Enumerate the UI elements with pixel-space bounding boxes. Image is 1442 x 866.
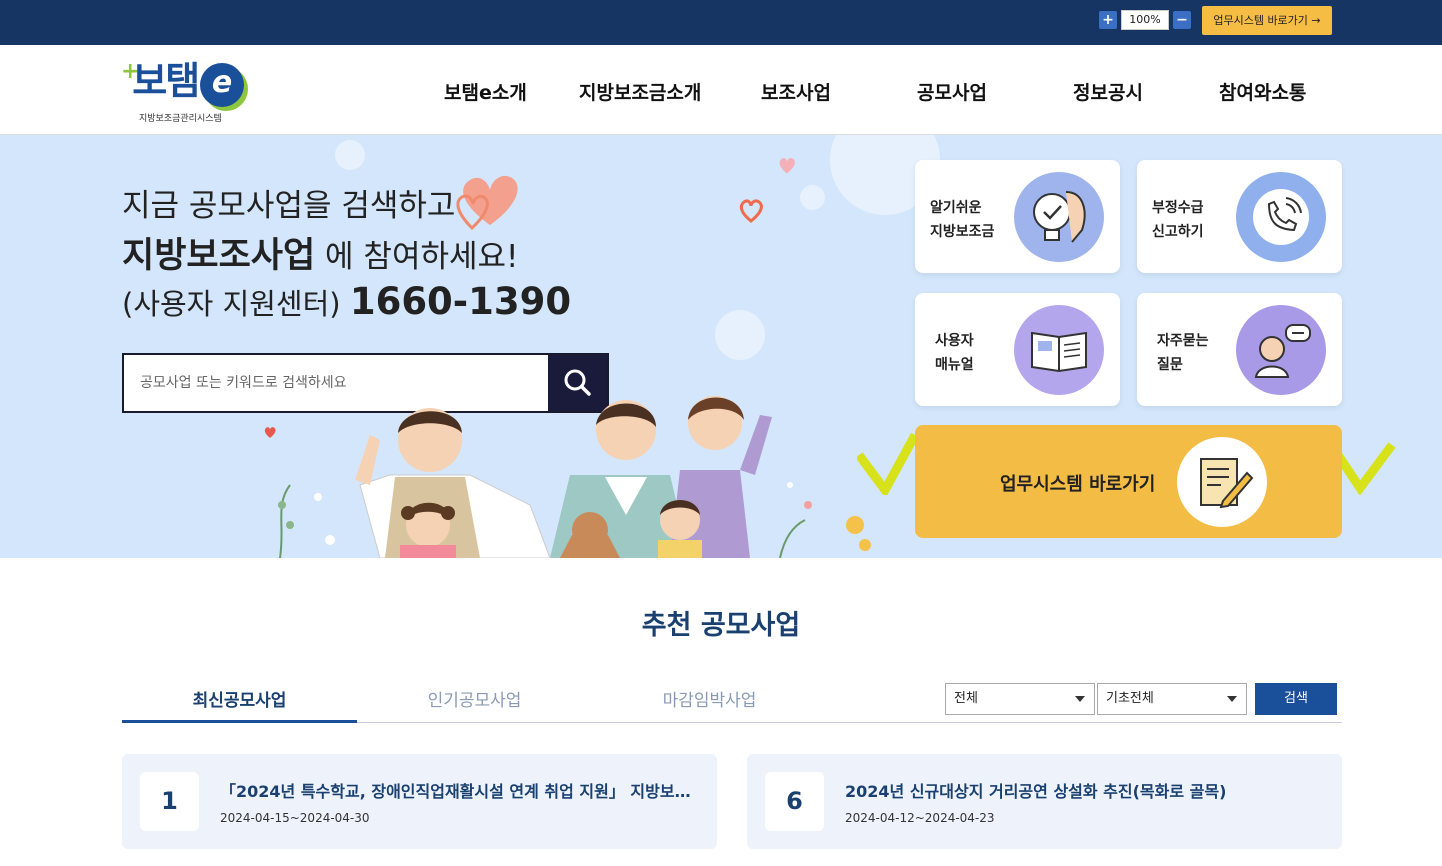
card-label-line1: 알기쉬운 [930, 200, 982, 216]
card-report-fraud[interactable]: 부정수급신고하기 [1137, 160, 1342, 273]
decor-bubble [800, 185, 825, 210]
book-icon [1014, 305, 1104, 395]
list-item-date: 2024-04-15~2024-04-30 [220, 811, 370, 825]
region-select-value: 전체 [954, 691, 978, 706]
card-label-line1: 자주묻는 [1157, 333, 1209, 349]
tab-popular[interactable]: 인기공모사업 [357, 686, 592, 711]
logo-subtitle: 지방보조금관리시스템 [139, 114, 222, 124]
hearts-icon [456, 175, 518, 230]
nav-item-disclosure[interactable]: 정보공시 [1073, 78, 1143, 105]
zoom-level: 100% [1121, 10, 1169, 30]
document-pen-icon [1177, 437, 1267, 527]
chevron-down-icon [1227, 696, 1237, 702]
list-item-number: 1 [140, 772, 199, 831]
heart-icon [779, 158, 795, 174]
check-mark-icon [857, 432, 917, 495]
card-label: 자주묻는질문 [1157, 329, 1209, 377]
card-label: 알기쉬운지방보조금 [930, 196, 994, 244]
card-label: 사용자매뉴얼 [935, 329, 974, 377]
zoom-out-button[interactable]: − [1173, 11, 1191, 29]
decor-bubble [715, 310, 765, 360]
tab-deadline[interactable]: 마감임박사업 [592, 686, 827, 711]
list-item[interactable]: 6 2024년 신규대상지 거리공연 상설화 추진(목화로 골목) 2024-0… [747, 754, 1342, 849]
faq-person-icon [1236, 305, 1326, 395]
card-label-line1: 사용자 [935, 333, 974, 349]
decor-bubble [335, 140, 365, 170]
hero-line-2: 지방보조사업 에 참여하세요! [122, 227, 518, 278]
tab-latest[interactable]: 최신공모사업 [122, 686, 357, 711]
workspace-shortcut-button[interactable]: 업무시스템 바로가기 → [1202, 6, 1332, 35]
lightbulb-icon [1014, 172, 1104, 262]
logo-wordmark: 보탬 [121, 59, 200, 103]
logo-e-icon: e [200, 63, 244, 107]
nav-item-subsidy-projects[interactable]: 보조사업 [761, 78, 831, 105]
site-header: + 보탬 e 지방보조금관리시스템 보탬e소개 지방보조금소개 보조사업 공모사… [0, 45, 1442, 135]
chevron-down-icon [1075, 696, 1085, 702]
nav-item-public-projects[interactable]: 공모사업 [917, 78, 987, 105]
workspace-card-label: 업무시스템 바로가기 [1000, 474, 1156, 495]
card-label-line2: 지방보조금 [930, 224, 995, 240]
card-easy-subsidy[interactable]: 알기쉬운지방보조금 [915, 160, 1120, 273]
hero-banner: 지금 공모사업을 검색하고 지방보조사업 에 참여하세요! (사용자 지원센터)… [0, 135, 1442, 558]
card-label-line2: 신고하기 [1152, 224, 1204, 240]
hero-highlight: 지방보조사업 [122, 236, 316, 276]
support-center-phone: 1660-1390 [349, 280, 572, 323]
heart-icon [739, 199, 763, 223]
nav-item-subsidy-intro[interactable]: 지방보조금소개 [579, 78, 701, 105]
hero-line-3: (사용자 지원센터) 1660-1390 [122, 280, 571, 323]
nav-item-participation[interactable]: 참여와소통 [1219, 78, 1306, 105]
active-tab-indicator [122, 720, 357, 723]
support-center-label: (사용자 지원센터) [122, 287, 350, 321]
nav-item-intro[interactable]: 보탬e소개 [444, 78, 527, 105]
top-utility-bar: + 100% − 업무시스템 바로가기 → [0, 0, 1442, 45]
card-label-line1: 부정수급 [1152, 200, 1204, 216]
card-label-line2: 질문 [1157, 357, 1183, 373]
zoom-in-button[interactable]: + [1099, 11, 1117, 29]
card-faq[interactable]: 자주묻는질문 [1137, 293, 1342, 406]
hero-line-2-rest: 에 참여하세요! [315, 239, 519, 275]
card-label: 부정수급신고하기 [1152, 196, 1204, 244]
card-label-line2: 매뉴얼 [935, 357, 974, 373]
site-logo[interactable]: + 보탬 e 지방보조금관리시스템 [121, 57, 251, 125]
list-item-number: 6 [765, 772, 824, 831]
check-mark-icon [1336, 442, 1396, 495]
list-item-date: 2024-04-12~2024-04-23 [845, 811, 995, 825]
hero-line-1: 지금 공모사업을 검색하고 [122, 188, 456, 224]
phone-icon [1236, 172, 1326, 262]
district-select-value: 기초전체 [1106, 691, 1154, 706]
list-item[interactable]: 1 「2024년 특수학교, 장애인직업재활시설 연계 취업 지원」 지방보조사… [122, 754, 717, 849]
list-item-title[interactable]: 2024년 신규대상지 거리공연 상설화 추진(목화로 골목) [845, 778, 1320, 802]
workspace-shortcut-card[interactable]: 업무시스템 바로가기 [915, 425, 1342, 538]
district-select[interactable]: 기초전체 [1097, 683, 1247, 715]
card-user-manual[interactable]: 사용자매뉴얼 [915, 293, 1120, 406]
family-illustration [278, 396, 871, 558]
list-item-title[interactable]: 「2024년 특수학교, 장애인직업재활시설 연계 취업 지원」 지방보조사업 [220, 778, 695, 802]
section-title: 추천 공모사업 [641, 610, 801, 641]
filter-search-button[interactable]: 검색 [1255, 683, 1337, 715]
region-select[interactable]: 전체 [945, 683, 1095, 715]
